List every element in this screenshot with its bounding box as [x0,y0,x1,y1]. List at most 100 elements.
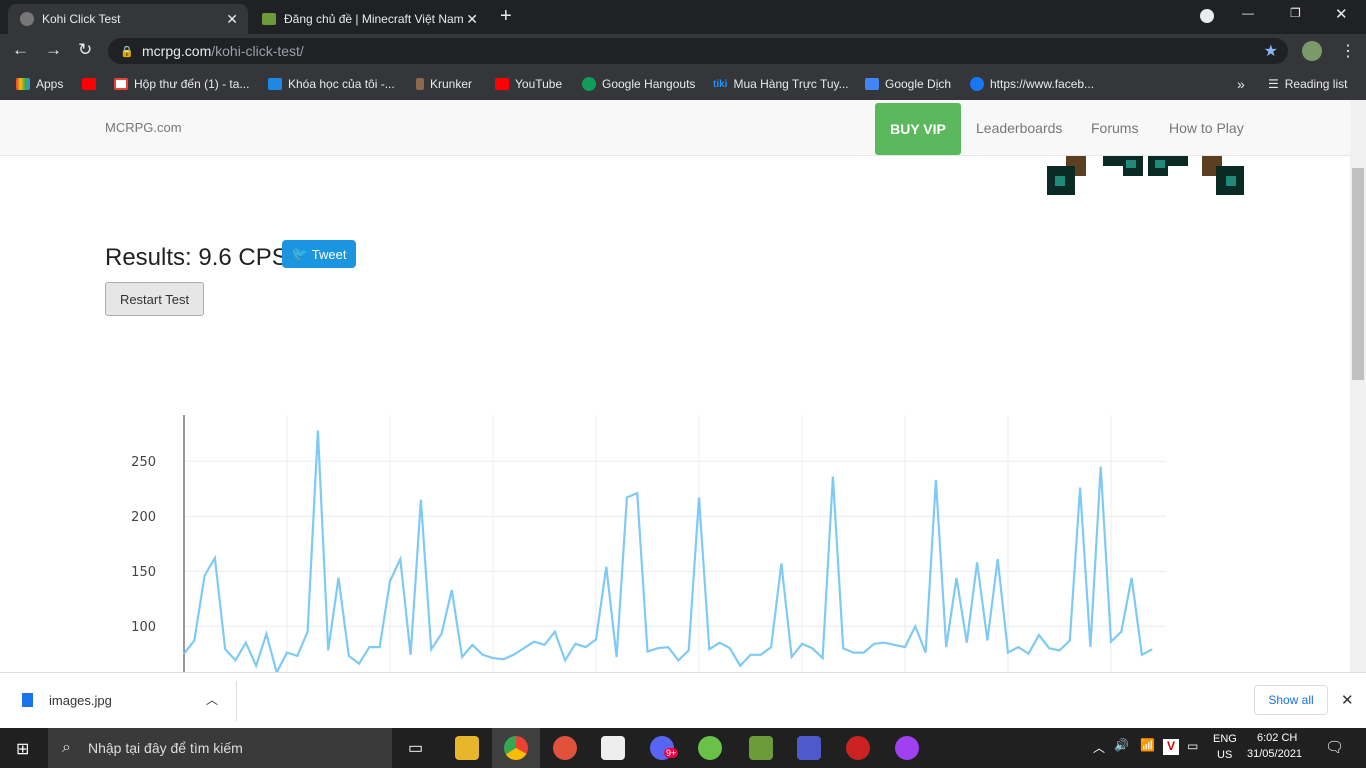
tweet-label: Tweet [311,246,347,262]
app-green-icon[interactable] [698,736,722,760]
bookmark-label: YouTube [515,77,563,91]
bookmark-youtube[interactable]: YouTube [495,77,562,91]
tab-search-icon[interactable] [1200,9,1214,23]
close-tab-icon[interactable]: ✕ [226,11,238,28]
more-bookmarks-button[interactable]: » [1237,76,1245,92]
bookmark-label: Apps [36,77,64,91]
nav-how-to-play[interactable]: How to Play [1169,120,1244,136]
cps-line-chart: 100 150 200 250 [131,415,1166,672]
reading-list-icon: ☰ [1268,77,1279,91]
youtube-icon [82,78,96,90]
close-window-button[interactable]: ✕ [1335,5,1348,23]
bookmark-gmail[interactable]: Hộp thư đến (1) - ta... [114,77,249,91]
y-tick-label: 250 [131,455,156,470]
course-icon [268,78,282,90]
windows-taskbar: ⊞ ⌕ Nhập tại đây để tìm kiếm ▭ 9+ ︿ 🔊 📶 … [0,728,1366,768]
restart-test-button[interactable]: Restart Test [105,282,204,316]
bookmark-hangouts[interactable]: Google Hangouts [582,77,695,91]
clock-time[interactable]: 6:02 CH [1257,732,1297,744]
teams-icon[interactable] [797,736,821,760]
reload-icon[interactable]: ↻ [78,40,92,60]
krunker-icon [416,78,424,90]
download-file-name[interactable]: images.jpg [49,693,112,708]
file-explorer-icon[interactable] [455,736,479,760]
show-all-button[interactable]: Show all [1254,685,1328,715]
bookmark-google-dich[interactable]: Google Dịch [865,77,951,91]
web-page: MCRPG.com BUY VIP Leaderboards Forums Ho… [0,100,1350,672]
bookmark-label: Mua Hàng Trực Tuy... [733,77,849,91]
page-scrollbar[interactable] [1350,100,1366,672]
cps-series-line [183,430,1153,672]
file-icon [22,693,33,707]
bookmark-apps[interactable]: Apps [16,77,63,91]
hangouts-icon [582,77,596,91]
bookmark-label: Google Hangouts [602,77,696,91]
bookmark-star-icon[interactable]: ★ [1264,41,1278,61]
app-red-icon[interactable] [846,736,870,760]
tab-title: Đăng chủ đề | Minecraft Việt Nam [284,12,464,26]
bookmark-label: Khóa học của tôi -... [288,77,395,91]
bookmark-youtube-1[interactable] [82,78,96,90]
buy-vip-button[interactable]: BUY VIP [875,103,961,155]
bookmark-label: Hộp thư đến (1) - ta... [134,77,250,91]
url-input[interactable]: 🔒 mcrpg.com/kohi-click-test/ ★ [108,38,1288,64]
site-navbar: MCRPG.com BUY VIP Leaderboards Forums Ho… [0,100,1350,156]
reading-list-button[interactable]: ☰ Reading list [1268,77,1347,91]
search-placeholder: Nhập tại đây để tìm kiếm [88,740,243,756]
menu-icon[interactable]: ⋮ [1340,41,1356,61]
tab-kohi-click-test[interactable]: Kohi Click Test ✕ [8,4,248,34]
divider [236,681,237,721]
maximize-button[interactable]: ❐ [1290,6,1301,20]
site-brand[interactable]: MCRPG.com [105,120,182,135]
gmail-icon [114,78,128,90]
download-chevron-up-icon[interactable]: ︿ [206,691,218,708]
notifications-icon[interactable]: 🗨 [1325,738,1344,756]
globe-icon [20,12,34,26]
tab-minecraft-vn[interactable]: Đăng chủ đề | Minecraft Việt Nam ✕ [250,4,488,34]
twitter-bird-icon: 🐦 [291,246,308,261]
clock-date[interactable]: 31/05/2021 [1247,748,1302,760]
tab-title: Kohi Click Test [42,12,121,26]
app-icon[interactable] [601,736,625,760]
volume-icon[interactable]: 🔊 [1114,738,1129,752]
bookmark-label: https://www.faceb... [990,77,1095,91]
bookmark-facebook[interactable]: https://www.faceb... [970,77,1094,91]
tiki-icon: tiki [713,78,728,90]
ccleaner-icon[interactable] [553,736,577,760]
antivirus-icon[interactable]: V [1163,739,1179,755]
profile-avatar[interactable] [1302,41,1322,61]
language-region[interactable]: US [1217,749,1232,761]
forward-icon[interactable]: → [45,40,62,60]
url-host: mcrpg.com [142,43,212,59]
back-icon[interactable]: ← [12,40,29,60]
nav-leaderboards[interactable]: Leaderboards [976,120,1062,136]
google-translate-icon [865,78,879,90]
lock-icon: 🔒 [120,45,134,58]
wifi-icon[interactable]: 📶 [1140,738,1155,752]
close-download-bar-icon[interactable]: ✕ [1341,691,1354,709]
y-tick-label: 100 [131,620,156,635]
apps-grid-icon [16,78,30,90]
battery-icon[interactable]: ▭ [1187,739,1198,753]
nav-forums[interactable]: Forums [1091,120,1138,136]
bookmark-khoa-hoc[interactable]: Khóa học của tôi -... [268,77,395,91]
bookmark-krunker[interactable]: Krunker [416,77,472,91]
bookmark-tiki[interactable]: tiki Mua Hàng Trực Tuy... [713,77,849,91]
minimize-button[interactable]: — [1242,6,1254,20]
minecraft-icon[interactable] [749,736,773,760]
messenger-icon[interactable] [895,736,919,760]
bookmarks-bar: Apps Hộp thư đến (1) - ta... Khóa học củ… [0,68,1366,100]
new-tab-button[interactable]: + [500,5,512,28]
address-bar-row: ← → ↻ 🔒 mcrpg.com/kohi-click-test/ ★ ⋮ [0,34,1366,68]
chrome-icon[interactable] [504,736,528,760]
scrollbar-thumb[interactable] [1352,168,1364,380]
tray-chevron-icon[interactable]: ︿ [1093,739,1105,756]
bookmark-label: Krunker [430,77,473,91]
windows-start-icon[interactable]: ⊞ [16,739,29,759]
language-primary[interactable]: ENG [1213,733,1237,745]
tweet-button[interactable]: 🐦 Tweet [282,240,356,268]
close-tab-icon[interactable]: ✕ [466,11,478,28]
youtube-icon [495,78,509,90]
task-view-icon[interactable]: ▭ [408,738,423,758]
taskbar-search-input[interactable]: ⌕ Nhập tại đây để tìm kiếm [48,728,392,768]
